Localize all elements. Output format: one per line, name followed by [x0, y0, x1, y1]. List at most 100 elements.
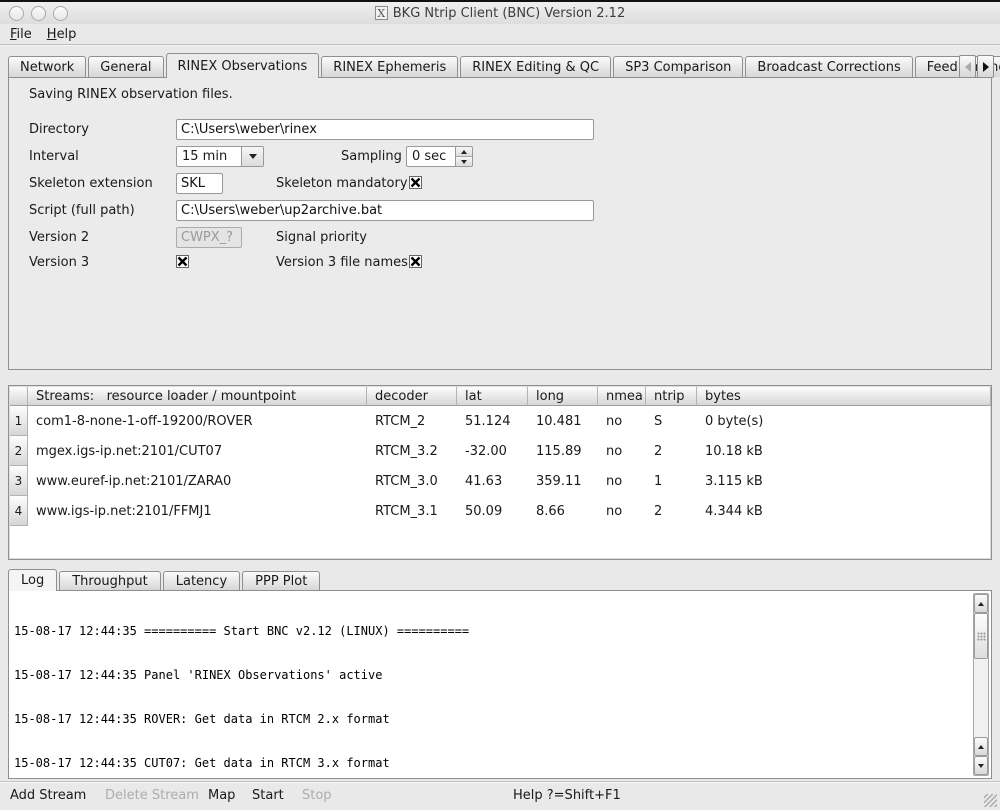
- menu-help[interactable]: Help: [42, 27, 82, 42]
- cell-bytes[interactable]: 4.344 kB: [697, 496, 991, 526]
- chevron-left-icon: [965, 62, 971, 72]
- cell-bytes[interactable]: 10.18 kB: [697, 436, 991, 466]
- streams-grid: Streams: resource loader / mountpoint de…: [10, 387, 991, 526]
- tab-rinex-editing-qc[interactable]: RINEX Editing & QC: [460, 56, 611, 77]
- cell-nmea[interactable]: no: [598, 406, 646, 436]
- row-header-3[interactable]: 3: [10, 466, 28, 496]
- column-header-ntrip: ntrip: [646, 387, 697, 406]
- version3-checkbox[interactable]: [176, 255, 189, 268]
- cell-ntrip[interactable]: 2: [646, 496, 697, 526]
- tab-broadcast-corrections[interactable]: Broadcast Corrections: [745, 56, 912, 77]
- tab-latency[interactable]: Latency: [163, 571, 240, 590]
- log-line: 15-08-17 12:44:35 ========== Start BNC v…: [14, 624, 969, 639]
- tab-general[interactable]: General: [88, 56, 163, 77]
- bottom-toolbar: Add Stream Delete Stream Map Start Stop …: [0, 781, 1000, 810]
- resize-grip[interactable]: [984, 794, 997, 807]
- start-button[interactable]: Start: [252, 788, 284, 803]
- cell-decoder[interactable]: RTCM_2: [367, 406, 457, 436]
- cell-lat[interactable]: 41.63: [457, 466, 528, 496]
- scrollbar-track[interactable]: [974, 659, 988, 737]
- cell-long[interactable]: 10.481: [528, 406, 598, 436]
- close-window-button[interactable]: [9, 6, 24, 21]
- log-panel: 15-08-17 12:44:35 ========== Start BNC v…: [8, 590, 992, 779]
- row-header-1[interactable]: 1: [10, 406, 28, 436]
- row-header-2[interactable]: 2: [10, 436, 28, 466]
- help-shortcut-label: Help ?=Shift+F1: [513, 788, 621, 803]
- interval-select[interactable]: 15 min: [176, 146, 264, 167]
- skeleton-extension-input[interactable]: [176, 173, 223, 194]
- sampling-spin-buttons: [455, 147, 472, 166]
- tab-throughput[interactable]: Throughput: [59, 571, 161, 590]
- triangle-up-icon: [978, 745, 984, 749]
- column-header-long: long: [528, 387, 598, 406]
- script-input[interactable]: [176, 200, 594, 221]
- chevron-right-icon: [983, 62, 989, 72]
- cell-ntrip[interactable]: S: [646, 406, 697, 436]
- app-x-icon: X: [375, 6, 388, 20]
- log-scrollbar[interactable]: [973, 593, 989, 776]
- sampling-spinner[interactable]: 0 sec: [406, 146, 473, 167]
- sampling-increment-button[interactable]: [456, 147, 472, 157]
- scrollbar-thumb[interactable]: [974, 613, 988, 659]
- cell-long[interactable]: 8.66: [528, 496, 598, 526]
- column-header-lat: lat: [457, 387, 528, 406]
- tab-scroll-left-button[interactable]: [959, 55, 976, 78]
- sampling-decrement-button[interactable]: [456, 157, 472, 166]
- skeleton-mandatory-label: Skeleton mandatory: [276, 176, 408, 191]
- cell-mountpoint[interactable]: www.euref-ip.net:2101/ZARA0: [28, 466, 367, 496]
- tab-sp3-comparison[interactable]: SP3 Comparison: [613, 56, 743, 77]
- scrollbar-down-button[interactable]: [974, 756, 988, 775]
- directory-input[interactable]: [176, 119, 594, 140]
- chevron-down-icon: [249, 154, 257, 159]
- skeleton-mandatory-checkbox[interactable]: [409, 176, 422, 189]
- cell-long[interactable]: 115.89: [528, 436, 598, 466]
- row-header-4[interactable]: 4: [10, 496, 28, 526]
- cell-mountpoint[interactable]: mgex.igs-ip.net:2101/CUT07: [28, 436, 367, 466]
- scrollbar-bottom-buttons: [974, 737, 988, 775]
- log-line: 15-08-17 12:44:35 ROVER: Get data in RTC…: [14, 712, 969, 727]
- directory-label: Directory: [29, 122, 89, 137]
- column-header-streams: Streams: resource loader / mountpoint: [28, 387, 367, 406]
- tab-rinex-ephemeris[interactable]: RINEX Ephemeris: [321, 56, 458, 77]
- tab-log[interactable]: Log: [8, 569, 57, 591]
- cell-decoder[interactable]: RTCM_3.1: [367, 496, 457, 526]
- cell-mountpoint[interactable]: www.igs-ip.net:2101/FFMJ1: [28, 496, 367, 526]
- tab-network[interactable]: Network: [8, 56, 86, 77]
- version3-label: Version 3: [29, 255, 89, 270]
- delete-stream-button[interactable]: Delete Stream: [105, 788, 199, 803]
- cell-mountpoint[interactable]: com1-8-none-1-off-19200/ROVER: [28, 406, 367, 436]
- cell-decoder[interactable]: RTCM_3.0: [367, 466, 457, 496]
- cell-ntrip[interactable]: 1: [646, 466, 697, 496]
- cell-decoder[interactable]: RTCM_3.2: [367, 436, 457, 466]
- tab-ppp-plot[interactable]: PPP Plot: [242, 571, 320, 590]
- interval-label: Interval: [29, 149, 79, 164]
- cell-nmea[interactable]: no: [598, 466, 646, 496]
- cell-lat[interactable]: 51.124: [457, 406, 528, 436]
- triangle-down-icon: [461, 160, 467, 164]
- version2-label: Version 2: [29, 230, 89, 245]
- cell-lat[interactable]: 50.09: [457, 496, 528, 526]
- column-header-decoder: decoder: [367, 387, 457, 406]
- tab-scroll-right-button[interactable]: [977, 55, 994, 78]
- cell-nmea[interactable]: no: [598, 496, 646, 526]
- version3-filenames-checkbox[interactable]: [409, 255, 422, 268]
- cell-ntrip[interactable]: 2: [646, 436, 697, 466]
- main-tab-bar: Network General RINEX Observations RINEX…: [8, 55, 992, 77]
- minimize-window-button[interactable]: [31, 6, 46, 21]
- map-button[interactable]: Map: [208, 788, 235, 803]
- add-stream-button[interactable]: Add Stream: [10, 788, 86, 803]
- stop-button[interactable]: Stop: [302, 788, 332, 803]
- tab-rinex-observations[interactable]: RINEX Observations: [166, 53, 320, 78]
- cell-bytes[interactable]: 0 byte(s): [697, 406, 991, 436]
- zoom-window-button[interactable]: [53, 6, 68, 21]
- menu-file[interactable]: File: [5, 27, 37, 42]
- version2-signal-priority-input[interactable]: [176, 227, 242, 248]
- cell-long[interactable]: 359.11: [528, 466, 598, 496]
- cell-bytes[interactable]: 3.115 kB: [697, 466, 991, 496]
- cell-lat[interactable]: -32.00: [457, 436, 528, 466]
- scrollbar-up-button[interactable]: [974, 594, 988, 613]
- interval-dropdown-button[interactable]: [241, 147, 263, 166]
- cell-nmea[interactable]: no: [598, 436, 646, 466]
- scrollbar-up-button-2[interactable]: [974, 737, 988, 756]
- version3-filenames-label: Version 3 file names: [276, 255, 408, 270]
